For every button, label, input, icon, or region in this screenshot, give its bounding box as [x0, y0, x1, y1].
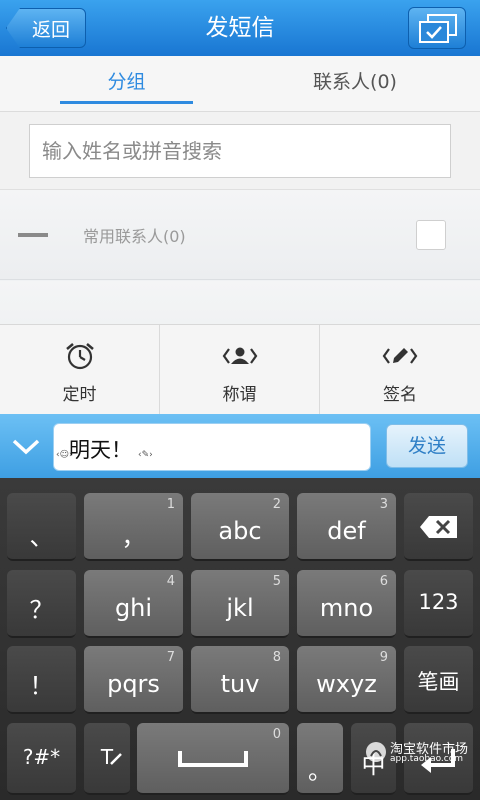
group-checkbox[interactable] — [416, 220, 446, 250]
key-question[interactable]: ？ — [7, 570, 76, 638]
watermark: 淘宝软件市场 app.taobao.com — [362, 738, 480, 768]
tab-bar: 分组 联系人(0) — [0, 56, 480, 112]
backspace-icon — [420, 516, 457, 538]
signature-label: 签名 — [383, 385, 417, 405]
store-logo-icon — [366, 742, 386, 762]
multi-select-icon — [419, 14, 457, 43]
watermark-url: app.taobao.com — [390, 754, 464, 764]
space-key[interactable]: 0 — [137, 723, 289, 795]
search-input[interactable] — [29, 124, 451, 178]
collapse-dash-icon — [18, 233, 48, 237]
tab-contacts[interactable]: 联系人(0) — [280, 56, 430, 112]
key-period[interactable]: 。 — [297, 723, 343, 795]
space-icon — [178, 751, 248, 767]
list-item[interactable]: 常用联系人(0) — [0, 190, 480, 280]
signature-button[interactable]: 签名 — [320, 325, 480, 415]
backspace-key[interactable] — [404, 493, 473, 561]
tab-group[interactable]: 分组 — [60, 56, 193, 112]
search-area — [0, 112, 480, 190]
key-wxyz[interactable]: 9 wxyz — [297, 646, 396, 714]
alarm-clock-icon — [66, 343, 94, 370]
compose-bar: ‹☺› 明天！ ‹✎› 发送 — [0, 414, 480, 478]
pen-tag-icon — [382, 348, 418, 364]
key-comma[interactable]: 1 ， — [84, 493, 183, 561]
key-123[interactable]: 123 — [404, 570, 473, 638]
timer-label: 定时 — [62, 385, 97, 405]
key-exclaim[interactable]: ！ — [7, 646, 76, 714]
person-tag-icon — [222, 347, 258, 364]
key-stroke[interactable]: 笔画 — [404, 646, 473, 714]
tool-row: 定时 称谓 签名 — [0, 324, 480, 415]
multi-select-button[interactable] — [408, 7, 466, 49]
send-button[interactable]: 发送 — [386, 424, 468, 468]
title-bar: 返回 发短信 — [0, 0, 480, 56]
key-pqrs[interactable]: 7 pqrs — [84, 646, 183, 714]
list-item[interactable] — [0, 281, 480, 324]
group-list: 常用联系人(0) — [0, 190, 480, 324]
key-mno[interactable]: 6 mno — [297, 570, 396, 638]
salutation-button[interactable]: 称谓 — [160, 325, 320, 415]
group-label: 常用联系人(0) — [83, 227, 186, 246]
key-tuv[interactable]: 8 tuv — [191, 646, 289, 714]
signature-tag-icon: ‹✎› — [138, 450, 153, 460]
message-text: 明天！ — [69, 438, 132, 462]
salutation-label: 称谓 — [222, 385, 257, 405]
timer-button[interactable]: 定时 — [0, 325, 160, 415]
key-jkl[interactable]: 5 jkl — [191, 570, 289, 638]
key-ghi[interactable]: 4 ghi — [84, 570, 183, 638]
key-def[interactable]: 3 def — [297, 493, 396, 561]
key-handwrite[interactable]: T — [84, 723, 130, 795]
key-abc[interactable]: 2 abc — [191, 493, 289, 561]
key-dun[interactable]: 、 — [7, 493, 76, 561]
message-input[interactable]: ‹☺› 明天！ ‹✎› — [53, 423, 371, 471]
key-symbols[interactable]: ?#* — [7, 723, 76, 795]
chevron-down-icon[interactable] — [10, 432, 42, 460]
pen-icon — [110, 753, 122, 765]
